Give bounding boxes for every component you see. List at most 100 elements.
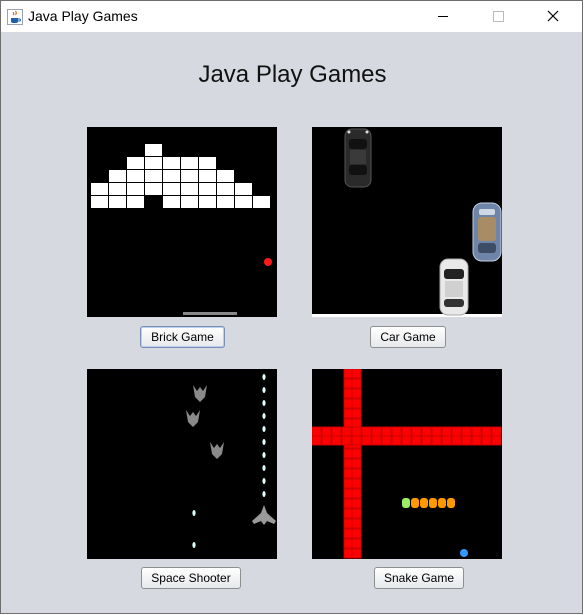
snake-game-button[interactable]: Snake Game [374,567,464,589]
player-ship-icon [252,505,276,525]
brick [127,157,144,169]
enemy-ship-icon [210,442,224,459]
wall-segment [481,426,492,437]
title-bar[interactable]: Java Play Games [1,1,582,32]
brick [163,183,180,195]
enemy-ship-icon [186,410,200,427]
brick-game-button[interactable]: Brick Game [140,326,225,348]
maximize-button[interactable] [475,1,521,32]
wall-segment [471,435,482,446]
brick [91,183,108,195]
wall-segment [421,435,432,446]
wall-segment [351,538,362,549]
brick [217,183,234,195]
brick [145,157,162,169]
bullet [262,426,266,432]
wall-segment [461,435,472,446]
brick [109,196,126,208]
bullet [262,400,266,406]
maximize-icon [493,11,504,22]
food [460,549,468,557]
wall-segment [391,435,402,446]
brick [145,144,162,156]
wall-segment [371,426,382,437]
brick [145,170,162,182]
car-game-canvas [312,128,502,317]
wall-segment [351,518,362,529]
wall-segment [321,426,332,437]
space-shooter-canvas [186,374,276,548]
minimize-icon [438,16,448,17]
brick [181,157,198,169]
brick [163,170,180,182]
wall-segment [312,426,322,437]
close-button[interactable] [530,1,576,32]
wall-segment [401,426,412,437]
wall-segment [461,426,472,437]
brick [199,183,216,195]
snake-segment [438,498,446,508]
wall-segment [351,458,362,469]
brick [181,170,198,182]
wall-segment [491,426,502,437]
bullet [262,439,266,445]
wall-segment [351,435,362,446]
wall-segment [351,378,362,389]
wall-segment [351,528,362,539]
brick [253,196,270,208]
brick-game-canvas [91,144,272,315]
space-shooter-preview [87,369,277,559]
bullet [262,374,266,380]
brick-wall [91,144,270,208]
white-car-icon [439,258,469,316]
brick [127,196,144,208]
wall-segment [491,435,502,446]
wall-segment [451,426,462,437]
bullet [262,478,266,484]
minimize-button[interactable] [420,1,466,32]
wall-segment [431,435,442,446]
wall-segment [351,398,362,409]
blue-convertible-icon [472,202,502,262]
brick [127,170,144,182]
brick [235,183,252,195]
brick [109,170,126,182]
wall-segment [381,426,392,437]
wall-segment [441,435,452,446]
brick [217,196,234,208]
brick [145,183,162,195]
snake-walls [312,369,502,559]
wall-segment [431,426,442,437]
brick [217,170,234,182]
space-shooter-button[interactable]: Space Shooter [141,567,241,589]
java-coffee-cup-icon [7,9,23,25]
wall-segment [411,426,422,437]
brick [199,196,216,208]
wall-segment [351,488,362,499]
car-game-preview [312,127,502,317]
wall-segment [401,435,412,446]
snake-game-canvas [312,369,502,559]
brick [181,183,198,195]
wall-segment [341,426,352,437]
wall-segment [351,369,362,379]
wall-segment [351,548,362,559]
paddle [183,312,237,315]
wall-segment [411,435,422,446]
wall-segment [341,435,352,446]
bullet-stream [262,374,266,497]
wall-segment [321,435,332,446]
wall-segment [481,435,492,446]
window-title: Java Play Games [28,8,138,24]
snake-segment [447,498,455,508]
brick [181,196,198,208]
black-car-icon [344,128,372,188]
car-game-button[interactable]: Car Game [370,326,446,348]
app-window: Java Play Games Java Play Games Brick Ga… [0,0,583,614]
wall-segment [351,388,362,399]
wall-segment [331,435,342,446]
wall-segment [351,498,362,509]
snake-segment [429,498,437,508]
bullet [262,491,266,497]
wall-segment [312,435,322,446]
